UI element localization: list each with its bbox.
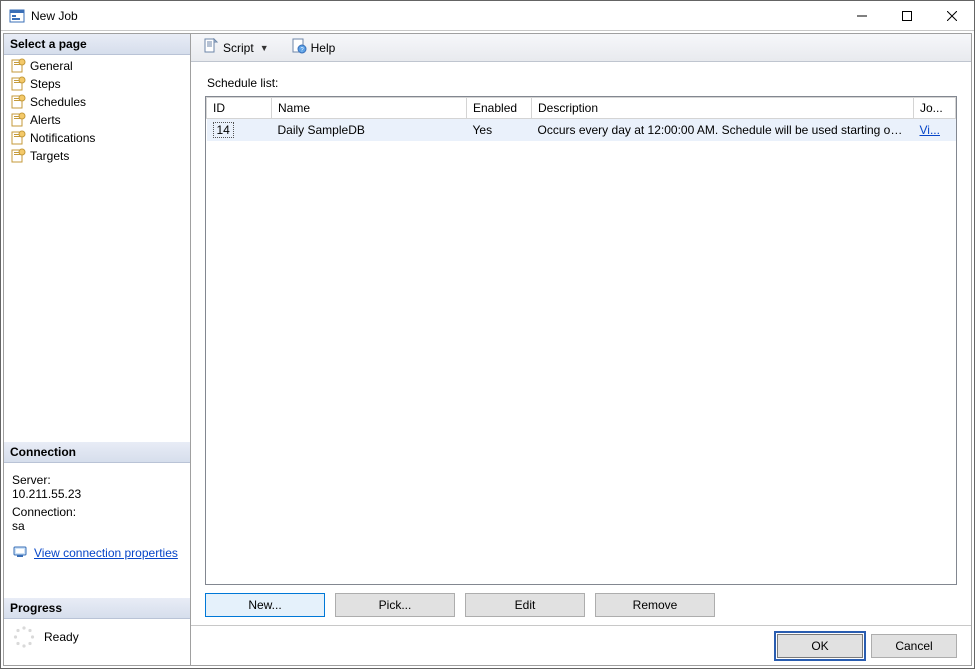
page-steps[interactable]: Steps [4,75,190,93]
dialog-body: Select a page General Steps Schedules Al… [3,33,972,666]
page-general[interactable]: General [4,57,190,75]
page-icon [10,148,26,164]
app-icon [9,8,25,24]
maximize-button[interactable] [884,1,929,30]
connection-label: Connection: [12,505,182,519]
schedule-buttons-row: New... Pick... Edit Remove [205,593,957,617]
help-icon: ? [291,38,307,57]
progress-header: Progress [4,598,190,619]
connection-value: sa [12,519,182,533]
progress-panel: Ready [4,619,190,655]
page-alerts[interactable]: Alerts [4,111,190,129]
help-label: Help [311,41,336,55]
page-icon [10,58,26,74]
select-page-header: Select a page [4,34,190,55]
page-notifications[interactable]: Notifications [4,129,190,147]
new-button[interactable]: New... [205,593,325,617]
content-area: Schedule list: ID Name Enabled Descripti… [191,62,971,625]
script-button[interactable]: Script ▼ [199,36,273,59]
schedule-list-label: Schedule list: [207,76,957,90]
edit-button[interactable]: Edit [465,593,585,617]
jobs-in-schedule-link[interactable]: Vi... [920,123,940,137]
page-targets[interactable]: Targets [4,147,190,165]
grid-header-row: ID Name Enabled Description Jo... [207,98,956,119]
remove-button[interactable]: Remove [595,593,715,617]
pages-list: General Steps Schedules Alerts Notificat… [4,55,190,167]
dropdown-caret-icon: ▼ [260,43,269,53]
pick-button[interactable]: Pick... [335,593,455,617]
page-label: Steps [30,77,61,91]
help-button[interactable]: ? Help [287,36,340,59]
page-icon [10,130,26,146]
ok-button[interactable]: OK [777,634,863,658]
schedule-list-grid[interactable]: ID Name Enabled Description Jo... 14 Dai… [205,96,957,585]
page-icon [10,94,26,110]
view-connection-properties-link[interactable]: View connection properties [34,546,178,560]
script-label: Script [223,41,254,55]
new-job-window: New Job Select a page General Steps Sche… [0,0,975,669]
connection-panel: Server: 10.211.55.23 Connection: sa View… [4,463,190,568]
minimize-button[interactable] [839,1,884,30]
page-label: Targets [30,149,69,163]
schedule-row[interactable]: 14 Daily SampleDB Yes Occurs every day a… [207,119,956,142]
page-label: Alerts [30,113,61,127]
script-icon [203,38,219,57]
page-label: General [30,59,73,73]
page-icon [10,76,26,92]
window-title: New Job [31,9,78,23]
progress-spinner-icon [12,625,36,649]
page-icon [10,112,26,128]
cell-id: 14 [207,119,272,142]
col-description[interactable]: Description [532,98,914,119]
dialog-footer: OK Cancel [191,625,971,665]
right-panel: Script ▼ ? Help Schedule list: [191,34,971,665]
connection-properties-icon [12,543,28,562]
page-label: Notifications [30,131,95,145]
cell-jobs: Vi... [914,119,956,142]
titlebar: New Job [1,1,974,31]
server-value: 10.211.55.23 [12,487,182,501]
cell-description: Occurs every day at 12:00:00 AM. Schedul… [532,119,914,142]
col-enabled[interactable]: Enabled [467,98,532,119]
toolbar: Script ▼ ? Help [191,34,971,62]
page-label: Schedules [30,95,86,109]
cell-enabled: Yes [467,119,532,142]
connection-header: Connection [4,442,190,463]
col-name[interactable]: Name [272,98,467,119]
left-panel: Select a page General Steps Schedules Al… [4,34,191,665]
col-jobs[interactable]: Jo... [914,98,956,119]
cell-name: Daily SampleDB [272,119,467,142]
col-id[interactable]: ID [207,98,272,119]
page-schedules[interactable]: Schedules [4,93,190,111]
progress-status: Ready [44,630,79,644]
server-label: Server: [12,473,182,487]
cancel-button[interactable]: Cancel [871,634,957,658]
close-button[interactable] [929,1,974,30]
